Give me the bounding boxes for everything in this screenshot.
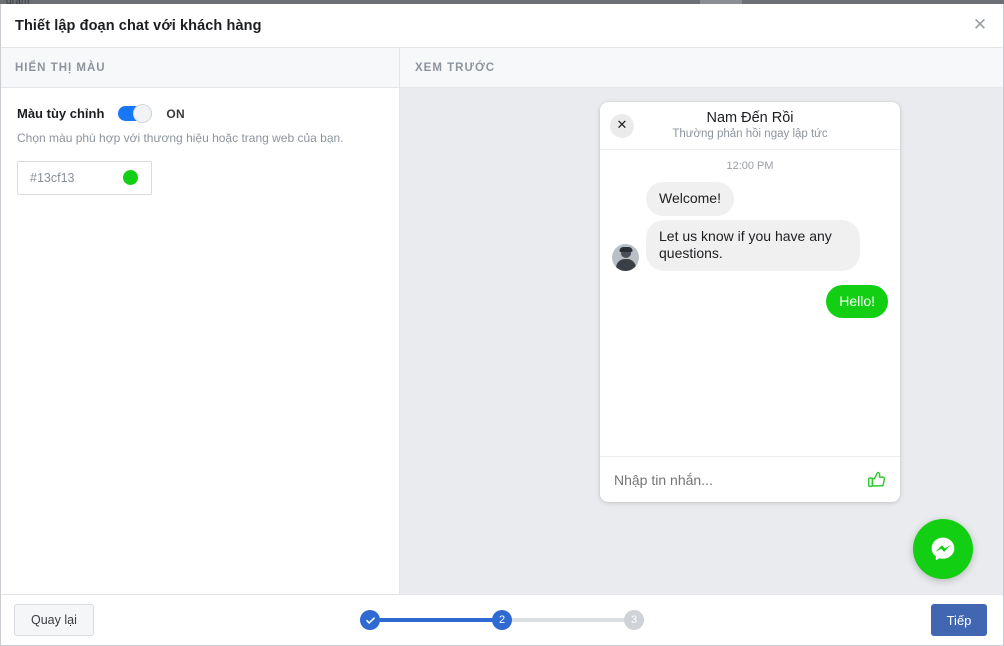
setup-chat-modal: Thiết lập đoạn chat với khách hàng ✕ HIỂ… [0,4,1004,646]
messenger-bubble-button[interactable] [913,519,973,579]
modal-titlebar: Thiết lập đoạn chat với khách hàng ✕ [1,4,1003,48]
avatar-cap [619,246,632,252]
message-row: Let us know if you have any questions. [612,219,888,271]
custom-color-row: Màu tùy chỉnh ON [17,104,383,123]
thumbs-up-icon[interactable] [866,469,888,491]
close-icon[interactable]: ✕ [969,15,991,37]
custom-color-toggle-state: ON [166,106,185,121]
next-button[interactable]: Tiếp [931,604,987,636]
custom-color-toggle[interactable] [118,104,153,123]
message-bubble-outgoing: Hello! [826,284,888,318]
wizard-stepper: 2 3 [360,610,644,630]
chat-close-icon[interactable]: ✕ [610,113,634,138]
stepper-bar-empty [510,618,626,622]
step-2-current[interactable]: 2 [492,610,512,630]
chat-header: ✕ Nam Đến Rồi Thường phản hồi ngay lập t… [600,102,900,150]
chat-message-list: 12:00 PM Welcome! Let us know if you hav… [600,150,900,456]
avatar-slot [612,243,646,271]
message-row: Hello! [612,284,888,318]
toggle-knob [133,104,153,123]
check-icon [365,616,375,624]
column-header-row: HIỂN THỊ MÀU XEM TRƯỚC [1,48,1003,88]
settings-pane: Màu tùy chỉnh ON Chọn màu phù hợp với th… [1,88,400,594]
step-3-pending[interactable]: 3 [624,610,644,630]
color-swatch[interactable] [123,170,138,186]
section-header-preview: XEM TRƯỚC [415,61,496,74]
messenger-icon [931,537,955,561]
custom-color-label: Màu tùy chỉnh [17,106,105,121]
avatar [612,243,639,271]
section-header-display-color: HIỂN THỊ MÀU [1,48,400,87]
chat-response-time: Thường phản hồi ngay lập tức [672,128,828,141]
modal-body: Màu tùy chỉnh ON Chọn màu phù hợp với th… [1,88,1003,594]
preview-pane: ✕ Nam Đến Rồi Thường phản hồi ngay lập t… [400,88,1003,594]
message-row: Welcome! [612,182,888,216]
chat-timestamp: 12:00 PM [726,160,774,172]
back-button[interactable]: Quay lại [14,604,94,636]
color-hex-value: #13cf13 [30,170,75,185]
step-1-complete[interactable] [360,610,380,630]
chat-composer [600,456,900,502]
message-bubble-incoming: Welcome! [646,182,734,216]
page-title: Thiết lập đoạn chat với khách hàng [15,17,262,34]
chat-preview-window: ✕ Nam Đến Rồi Thường phản hồi ngay lập t… [600,102,900,502]
avatar-body [615,258,636,271]
chat-page-name: Nam Đến Rồi [706,109,794,126]
modal-footer: Quay lại 2 3 Tiếp [1,594,1003,645]
color-picker-field[interactable]: #13cf13 [17,160,152,195]
message-input[interactable] [614,471,824,488]
custom-color-help-text: Chọn màu phù hợp với thương hiệu hoặc tr… [17,131,344,145]
stepper-bar-filled [378,618,494,622]
message-bubble-incoming: Let us know if you have any questions. [646,219,860,271]
